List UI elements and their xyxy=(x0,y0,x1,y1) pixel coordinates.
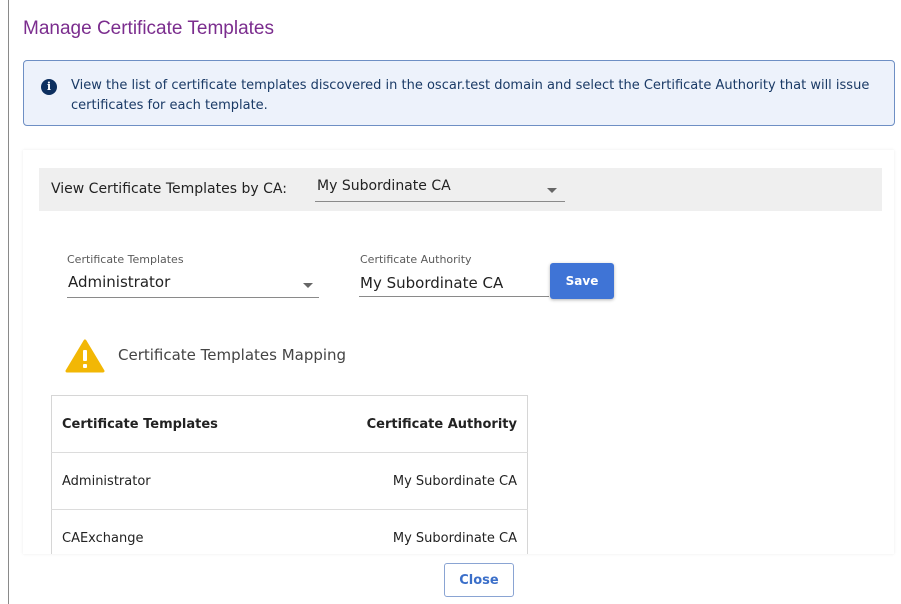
ca-filter-select[interactable]: My Subordinate CA xyxy=(315,177,565,202)
save-button[interactable]: Save xyxy=(550,263,614,299)
chevron-down-icon xyxy=(547,188,557,193)
warning-icon xyxy=(65,339,105,373)
close-button[interactable]: Close xyxy=(444,563,514,597)
template-select-value: Administrator xyxy=(68,273,171,291)
chevron-down-icon xyxy=(303,283,313,288)
table-row[interactable]: CAExchange My Subordinate CA xyxy=(51,509,528,554)
template-select[interactable]: Administrator xyxy=(67,270,319,298)
column-header-templates: Certificate Templates xyxy=(51,395,294,453)
manage-templates-dialog: Manage Certificate Templates i View the … xyxy=(8,0,901,604)
table-row[interactable]: Administrator My Subordinate CA xyxy=(51,452,528,510)
info-icon: i xyxy=(41,79,57,95)
ca-filter-label: View Certificate Templates by CA: xyxy=(51,181,287,197)
ca-filter-value: My Subordinate CA xyxy=(317,178,451,194)
dialog-title: Manage Certificate Templates xyxy=(23,18,274,39)
mapping-table: Certificate Templates Certificate Author… xyxy=(51,395,528,554)
info-banner: i View the list of certificate templates… xyxy=(23,60,895,126)
column-header-authority: Certificate Authority xyxy=(293,395,528,453)
ca-filter-bar: View Certificate Templates by CA: My Sub… xyxy=(39,168,882,211)
info-text: View the list of certificate templates d… xyxy=(71,78,870,113)
template-cell: CAExchange xyxy=(51,509,294,554)
mapping-title: Certificate Templates Mapping xyxy=(118,346,347,364)
authority-field-label: Certificate Authority xyxy=(360,253,472,266)
authority-cell: My Subordinate CA xyxy=(293,509,528,554)
template-field-label: Certificate Templates xyxy=(67,253,184,266)
templates-panel: View Certificate Templates by CA: My Sub… xyxy=(23,150,894,554)
template-cell: Administrator xyxy=(51,452,294,510)
table-header-row: Certificate Templates Certificate Author… xyxy=(51,395,528,453)
authority-cell: My Subordinate CA xyxy=(293,452,528,510)
authority-input[interactable] xyxy=(359,270,549,297)
